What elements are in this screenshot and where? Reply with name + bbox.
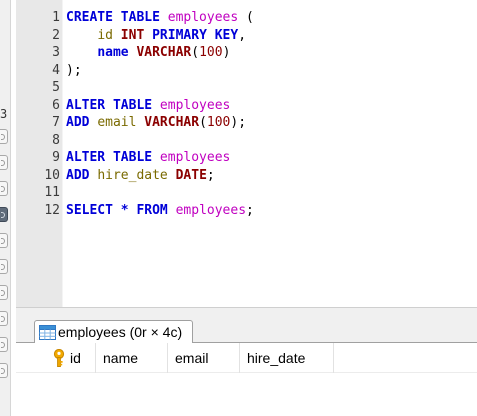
column-header-hire-date[interactable]: hire_date — [240, 343, 334, 373]
sidebar-item-10[interactable] — [0, 363, 8, 378]
sidebar-item-6[interactable] — [0, 259, 8, 274]
line-number-gutter: 1 2 3 4 5 6 7 8 9 10 11 12 — [16, 0, 62, 307]
code-line[interactable]: ALTER TABLE employees — [66, 97, 230, 115]
line-number: 9 — [52, 150, 60, 165]
gutter-separator — [62, 0, 63, 307]
sidebar-partial-number: 3 — [0, 107, 8, 121]
sidebar-item-7[interactable] — [0, 285, 8, 300]
code-token: 100 — [206, 115, 231, 130]
code-token: , — [238, 27, 247, 43]
sidebar-item-4[interactable] — [0, 207, 8, 222]
column-header-label: id — [70, 350, 81, 366]
result-tab[interactable]: employees (0r × 4c) — [34, 320, 194, 343]
code-token: ); — [66, 62, 82, 78]
code-line[interactable]: name VARCHAR(100) — [66, 44, 230, 62]
code-token: ADD — [66, 167, 90, 183]
result-tab-bar: employees (0r × 4c) — [16, 317, 477, 343]
code-token: SELECT — [66, 202, 113, 218]
code-line[interactable]: ADD email VARCHAR(100); — [66, 114, 246, 132]
code-token: CREATE TABLE — [66, 10, 160, 25]
code-token: hire_date — [97, 167, 168, 183]
result-tab-label: employees (0r × 4c) — [58, 324, 183, 340]
code-token: ( — [191, 45, 200, 60]
editor-results-splitter[interactable] — [16, 307, 477, 317]
object-browser-strip: 3 — [0, 0, 11, 416]
code-token: name — [97, 45, 129, 60]
line-number: 11 — [44, 185, 60, 200]
code-token: VARCHAR — [136, 45, 192, 60]
line-number: 6 — [52, 97, 60, 113]
code-token: 100 — [199, 45, 223, 60]
column-header-label: hire_date — [247, 350, 306, 366]
code-token: id — [97, 27, 113, 43]
code-token: ADD — [66, 115, 90, 130]
sql-editor[interactable]: 1 2 3 4 5 6 7 8 9 10 11 12 CREATE TABLE employees (… — [16, 0, 477, 307]
code-token: employees — [167, 10, 239, 25]
line-number: 4 — [52, 62, 60, 78]
code-token: PRIMARY KEY — [152, 27, 239, 43]
code-token: ALTER TABLE — [66, 150, 153, 165]
code-token: employees — [159, 150, 231, 165]
results-panel: employees (0r × 4c) id name email hire_d… — [16, 317, 477, 416]
line-number: 3 — [52, 45, 60, 60]
sidebar-item-9[interactable] — [0, 337, 8, 352]
code-token: DATE — [175, 167, 207, 183]
line-number: 10 — [44, 167, 60, 183]
table-icon — [39, 324, 56, 340]
sidebar-item-1[interactable] — [0, 129, 8, 144]
code-token: VARCHAR — [144, 115, 200, 130]
sidebar-item-5[interactable] — [0, 233, 8, 248]
result-grid-header: id name email hire_date — [16, 343, 477, 373]
code-line[interactable]: ); — [66, 62, 82, 80]
code-token: ( — [238, 10, 254, 25]
line-number: 2 — [52, 27, 60, 43]
code-line[interactable]: SELECT * FROM employees; — [66, 202, 254, 220]
code-line[interactable]: id INT PRIMARY KEY, — [66, 27, 246, 45]
code-token: ); — [230, 115, 247, 130]
sidebar-item-8[interactable] — [0, 311, 8, 326]
code-token: email — [97, 115, 137, 130]
line-number: 12 — [44, 202, 60, 218]
sidebar-item-2[interactable] — [0, 155, 8, 170]
column-header-name[interactable]: name — [96, 343, 168, 373]
code-token: employees — [159, 97, 231, 113]
column-header-label: email — [175, 350, 209, 366]
code-token: * — [120, 202, 129, 218]
code-token: ; — [206, 167, 215, 183]
line-number: 1 — [52, 10, 60, 25]
line-number: 7 — [52, 115, 60, 130]
code-token: ( — [199, 115, 207, 130]
column-header-id[interactable]: id — [46, 343, 96, 373]
column-header-label: name — [103, 350, 139, 366]
code-line[interactable]: ALTER TABLE employees — [66, 149, 230, 167]
code-line[interactable]: ADD hire_date DATE; — [66, 167, 215, 185]
column-header-email[interactable]: email — [168, 343, 240, 373]
code-token: ) — [222, 45, 231, 60]
code-token: INT — [120, 27, 145, 43]
line-number: 8 — [52, 132, 60, 148]
key-icon — [53, 349, 65, 367]
sidebar-item-3[interactable] — [0, 181, 8, 196]
code-token: FROM — [136, 202, 168, 218]
code-token: employees — [175, 202, 247, 218]
code-line[interactable]: CREATE TABLE employees ( — [66, 9, 254, 27]
code-token: ALTER TABLE — [66, 97, 153, 113]
code-token: ; — [246, 202, 254, 218]
line-number: 5 — [52, 80, 60, 95]
